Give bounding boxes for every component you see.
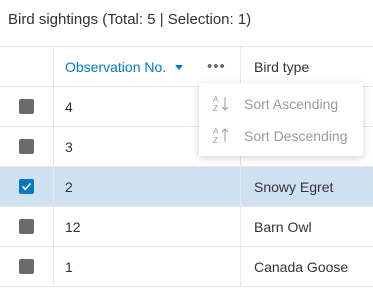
bird-type-cell: Canada Goose: [254, 258, 349, 275]
column-header-bird-type-label: Bird type: [254, 58, 310, 75]
row-checkbox[interactable]: [19, 139, 34, 154]
observation-cell: 1: [54, 247, 241, 286]
row-select-cell[interactable]: [0, 127, 54, 166]
column-header-bird-type[interactable]: Bird type: [241, 47, 373, 86]
header-select-cell: [0, 47, 54, 86]
table-row[interactable]: 12 Barn Owl: [0, 207, 373, 247]
row-select-cell[interactable]: [0, 87, 54, 126]
svg-text:Z: Z: [213, 136, 218, 145]
row-checkbox[interactable]: [19, 99, 34, 114]
row-checkbox[interactable]: [19, 259, 34, 274]
menu-item-sort-descending[interactable]: A Z Sort Descending: [199, 121, 363, 151]
svg-text:Z: Z: [213, 104, 218, 113]
observation-cell: 2: [54, 167, 241, 206]
column-sort-menu: A Z Sort Ascending A Z Sort Descending: [199, 83, 363, 156]
row-checkbox[interactable]: [19, 219, 34, 234]
sort-descending-arrow-icon[interactable]: [175, 65, 184, 70]
row-select-cell[interactable]: [0, 167, 54, 206]
menu-item-sort-descending-label: Sort Descending: [244, 128, 348, 144]
svg-text:A: A: [213, 95, 219, 104]
bird-type-cell: Barn Owl: [254, 218, 312, 235]
table-row-selected[interactable]: 2 Snowy Egret: [0, 167, 373, 207]
observation-cell: 12: [54, 207, 241, 246]
column-options-more-icon[interactable]: •••: [207, 47, 226, 86]
column-header-observation[interactable]: Observation No. •••: [54, 47, 241, 86]
menu-item-sort-ascending[interactable]: A Z Sort Ascending: [199, 89, 363, 119]
bird-type-cell: Snowy Egret: [254, 178, 334, 195]
row-select-cell[interactable]: [0, 247, 54, 286]
table-row[interactable]: 1 Canada Goose: [0, 247, 373, 287]
sort-a-z-up-icon: A Z: [213, 127, 229, 145]
menu-item-sort-ascending-label: Sort Ascending: [244, 96, 339, 112]
svg-text:A: A: [213, 127, 219, 136]
row-select-cell[interactable]: [0, 207, 54, 246]
sort-a-z-down-icon: A Z: [213, 95, 229, 113]
table-title: Bird sightings (Total: 5 | Selection: 1): [8, 11, 252, 28]
table-header-row: Observation No. ••• Bird type: [0, 47, 373, 87]
column-header-observation-label: Observation No.: [65, 58, 167, 75]
row-checkbox-checked[interactable]: [19, 179, 34, 194]
checkmark-icon: [21, 182, 32, 191]
